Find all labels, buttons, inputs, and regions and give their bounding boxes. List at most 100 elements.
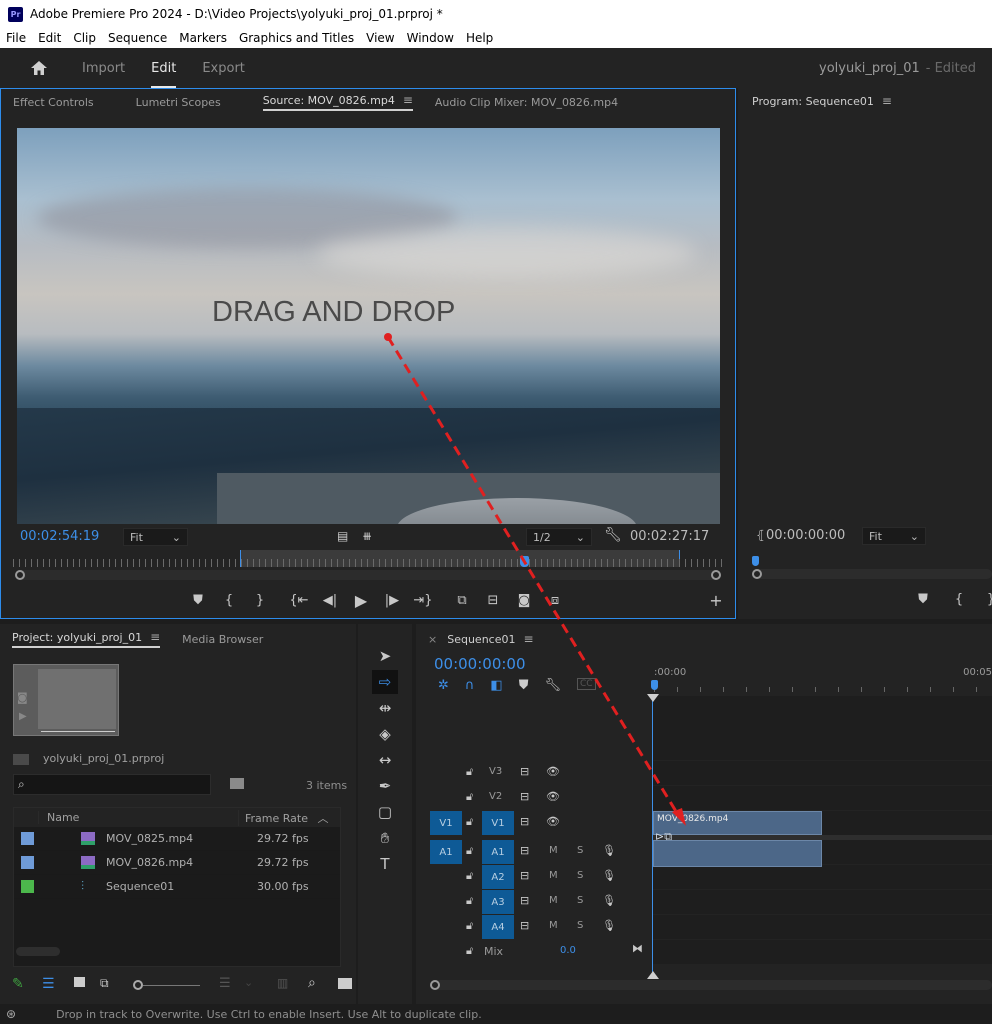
panel-menu-icon[interactable]: ≡ — [150, 630, 160, 644]
thumbnail-play-icon[interactable]: ▶︎ — [19, 711, 27, 722]
scrollbar-start-handle[interactable] — [752, 569, 762, 579]
new-bin-icon[interactable] — [338, 978, 352, 989]
export-frame-camera-icon[interactable]: ◙ — [513, 591, 535, 609]
microphone-icon[interactable]: 🎙︎ — [602, 919, 616, 932]
sync-lock-icon[interactable]: ⊟ — [520, 790, 529, 803]
mute-button[interactable]: M — [549, 920, 558, 931]
solo-button[interactable]: S — [577, 920, 583, 931]
label-color-swatch[interactable] — [21, 832, 34, 845]
list-view-icon[interactable]: ☰ — [42, 976, 55, 992]
wrench-icon[interactable]: 🔧︎ — [544, 678, 561, 693]
source-zoom-dropdown[interactable]: Fit ⌄ — [123, 528, 188, 546]
zoom-slider-handle[interactable] — [133, 980, 143, 990]
rectangle-tool-icon[interactable]: ▢ — [372, 800, 398, 824]
button-editor-icon[interactable]: ⧈ — [544, 591, 566, 609]
step-forward-icon[interactable]: |▶︎ — [381, 591, 403, 609]
thumbnail-scrubber[interactable] — [41, 731, 115, 732]
timeline-playhead-handle[interactable] — [651, 680, 658, 690]
sync-lock-icon[interactable]: ⊟ — [520, 894, 529, 907]
track-target-v1[interactable]: V1 — [482, 811, 514, 835]
lock-icon[interactable]: 🔓︎ — [466, 790, 473, 804]
menu-edit[interactable]: Edit — [32, 31, 67, 45]
home-icon[interactable] — [30, 60, 48, 76]
source-patch-v1[interactable]: V1 — [430, 811, 462, 835]
step-back-icon[interactable]: ◀︎| — [319, 591, 341, 609]
track-lane[interactable] — [652, 915, 992, 939]
eye-icon[interactable]: 👁︎ — [546, 815, 560, 828]
sync-lock-icon[interactable]: ⊟ — [520, 844, 529, 857]
solo-button[interactable]: S — [577, 845, 583, 856]
microphone-icon[interactable]: 🎙︎ — [602, 869, 616, 882]
source-zoom-scrollbar[interactable] — [15, 570, 721, 580]
menu-file[interactable]: File — [0, 31, 32, 45]
poster-frame-camera-icon[interactable]: ◙ — [17, 691, 28, 704]
track-lane[interactable] — [652, 940, 992, 964]
mute-button[interactable]: M — [549, 895, 558, 906]
track-lane[interactable] — [652, 865, 992, 889]
zoom-slider-track[interactable] — [143, 985, 200, 986]
panel-menu-icon[interactable]: ≡ — [523, 632, 533, 646]
workspace-import[interactable]: Import — [82, 61, 125, 76]
solo-button[interactable]: S — [577, 870, 583, 881]
wrench-icon[interactable]: 🔧︎ — [604, 527, 622, 543]
track-target-a1[interactable]: A1 — [482, 840, 514, 864]
label-color-swatch[interactable] — [21, 880, 34, 893]
pencil-icon[interactable]: ✎ — [12, 976, 24, 992]
list-item[interactable]: MOV_0825.mp4 29.72 fps — [14, 827, 340, 851]
track-select-forward-tool-icon[interactable]: ⇨ — [372, 670, 398, 694]
lock-icon[interactable]: 🔓︎ — [466, 815, 473, 829]
tab-program[interactable]: Program: Sequence01 — [752, 95, 874, 108]
tab-source[interactable]: Source: MOV_0826.mp4 ≡ — [262, 93, 413, 111]
tab-lumetri-scopes[interactable]: Lumetri Scopes — [136, 96, 221, 109]
mute-button[interactable]: M — [549, 845, 558, 856]
tab-effect-controls[interactable]: Effect Controls — [13, 96, 94, 109]
freeform-view-icon[interactable]: ⧉ — [100, 976, 109, 991]
tab-sequence[interactable]: Sequence01 — [447, 633, 515, 646]
linked-selection-icon[interactable]: ◧ — [490, 678, 502, 693]
tab-project[interactable]: Project: yolyuki_proj_01 ≡ — [12, 630, 161, 648]
column-header-frame-rate[interactable]: Frame Rate ︿ — [238, 809, 340, 826]
menu-window[interactable]: Window — [401, 31, 460, 45]
track-lane[interactable] — [652, 786, 992, 810]
pen-tool-icon[interactable]: ✒ — [372, 774, 398, 798]
track-lane[interactable] — [652, 890, 992, 914]
tab-audio-clip-mixer[interactable]: Audio Clip Mixer: MOV_0826.mp4 — [435, 96, 618, 109]
mark-in-icon[interactable]: { — [218, 591, 240, 609]
workspace-edit[interactable]: Edit — [151, 61, 177, 88]
menu-help[interactable]: Help — [460, 31, 499, 45]
hand-tool-icon[interactable]: ✋︎ — [372, 826, 398, 850]
list-horizontal-scrollbar[interactable] — [16, 947, 60, 956]
nest-toggle-icon[interactable]: ✲ — [438, 678, 449, 693]
lock-icon[interactable]: 🔓︎ — [466, 944, 473, 958]
go-to-in-icon[interactable]: {⇤ — [288, 591, 310, 609]
menu-view[interactable]: View — [360, 31, 400, 45]
timeline-ruler[interactable]: :00:00 00:05 — [651, 664, 992, 696]
track-target-a4[interactable]: A4 — [482, 915, 514, 939]
menu-graphics[interactable]: Graphics and Titles — [233, 31, 360, 45]
mark-out-icon[interactable]: } — [249, 591, 271, 609]
mark-out-icon[interactable]: } — [980, 590, 992, 608]
program-zoom-dropdown[interactable]: Fit ⌄ — [862, 527, 926, 545]
source-current-timecode[interactable]: 00:02:54:19 — [20, 529, 99, 544]
chevron-down-icon[interactable]: ⌄ — [244, 976, 253, 989]
sort-icon[interactable]: ☰ — [219, 976, 231, 991]
menu-clip[interactable]: Clip — [67, 31, 102, 45]
sync-lock-icon[interactable]: ⊟ — [520, 869, 529, 882]
close-tab-icon[interactable]: × — [428, 633, 437, 646]
timeline-zoom-scrollbar[interactable] — [430, 980, 992, 990]
track-target-a2[interactable]: A2 — [482, 865, 514, 889]
list-item[interactable]: ⫶ Sequence01 30.00 fps — [14, 875, 340, 899]
source-time-ruler[interactable] — [13, 550, 723, 567]
menu-sequence[interactable]: Sequence — [102, 31, 173, 45]
play-icon[interactable]: ▶︎ — [350, 591, 372, 610]
creative-cloud-icon[interactable]: ⊛ — [6, 1007, 16, 1021]
automate-to-sequence-icon[interactable]: ▥ — [277, 976, 288, 990]
tab-media-browser[interactable]: Media Browser — [182, 633, 263, 646]
lock-icon[interactable]: 🔓︎ — [466, 844, 473, 858]
scrollbar-start-handle[interactable] — [430, 980, 440, 990]
mute-button[interactable]: M — [549, 870, 558, 881]
ripple-edit-tool-icon[interactable]: ⇹ — [372, 696, 398, 720]
menu-markers[interactable]: Markers — [173, 31, 233, 45]
audio-clip-ghost[interactable] — [653, 840, 822, 867]
program-playhead[interactable] — [752, 556, 759, 566]
